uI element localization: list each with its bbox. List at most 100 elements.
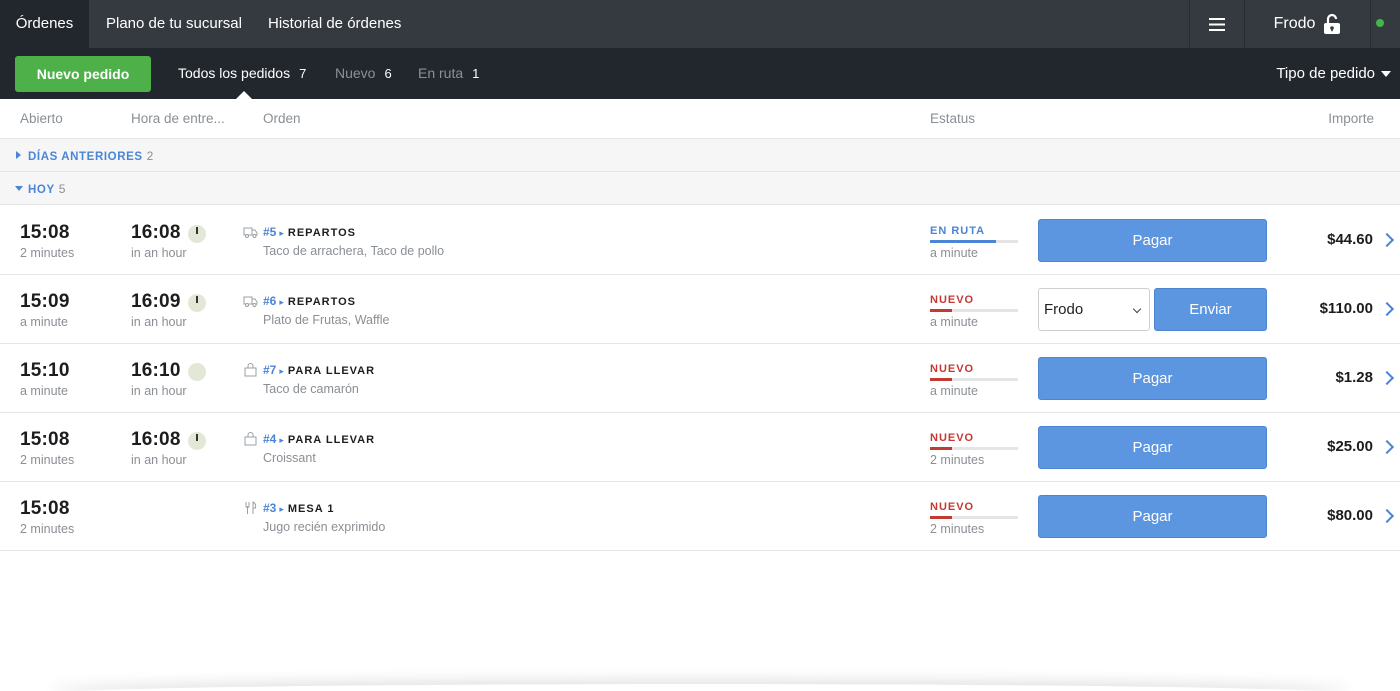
group-previous-days[interactable]: DÍAS ANTERIORES 2: [0, 139, 1400, 172]
order-number[interactable]: #7: [263, 363, 276, 377]
tab-historial-ordenes[interactable]: Historial de órdenes: [268, 0, 401, 48]
pay-button[interactable]: Pagar: [1038, 219, 1267, 262]
hamburger-icon: [1209, 17, 1225, 31]
clock-icon: [188, 225, 206, 243]
order-type: REPARTOS: [287, 227, 356, 239]
order-title: #7 ▸ PARA LLEVAR: [263, 363, 375, 377]
order-title: #5 ▸ REPARTOS: [263, 225, 356, 239]
filter-label: Nuevo: [335, 65, 376, 81]
arrow-right-icon: ▸: [279, 297, 284, 307]
status-ago: a minute: [930, 315, 978, 329]
order-type-label: Tipo de pedido: [1276, 65, 1375, 82]
status-progress-track: [930, 378, 1018, 381]
status-ago: a minute: [930, 384, 978, 398]
pay-button[interactable]: Pagar: [1038, 426, 1267, 469]
pay-button[interactable]: Pagar: [1038, 495, 1267, 538]
chevron-right-icon[interactable]: [1379, 439, 1395, 455]
driver-select-value: Frodo: [1044, 301, 1084, 318]
order-row[interactable]: 15:08 2 minutes 16:08 in an hour #4 ▸ PARA…: [0, 413, 1400, 482]
tab-plano-sucursal[interactable]: Plano de tu sucursal: [106, 0, 242, 48]
arrow-right-icon: ▸: [279, 435, 284, 445]
pay-button[interactable]: Pagar: [1038, 357, 1267, 400]
order-amount: $1.28: [1335, 369, 1373, 386]
column-header-status[interactable]: Estatus: [930, 111, 975, 126]
status-progress-track: [930, 447, 1018, 450]
status-progress-track: [930, 240, 1018, 243]
chevron-right-icon[interactable]: [1379, 232, 1395, 248]
order-type: REPARTOS: [287, 296, 356, 308]
delivery-truck-icon: [243, 296, 258, 307]
delivery-relative: in an hour: [131, 453, 187, 467]
table-header: Abierto Hora de entre... Orden Estatus I…: [0, 99, 1400, 139]
clock-icon: [188, 363, 206, 381]
order-type: MESA 1: [287, 503, 335, 515]
order-items: Croissant: [263, 451, 316, 465]
order-number[interactable]: #6: [263, 294, 276, 308]
chevron-right-icon[interactable]: [1379, 370, 1395, 386]
group-today[interactable]: HOY 5: [0, 172, 1400, 205]
delivery-truck-icon: [243, 227, 258, 238]
caret-down-icon: [1381, 71, 1391, 78]
group-count: 2: [146, 149, 154, 163]
status-progress-fill: [930, 447, 952, 450]
order-items: Taco de arrachera, Taco de pollo: [263, 244, 445, 258]
column-header-open[interactable]: Abierto: [20, 111, 63, 126]
online-status-dot: [1376, 19, 1384, 27]
order-row[interactable]: 15:10 a minute 16:10 in an hour #7 ▸ PARA …: [0, 344, 1400, 413]
nav-divider: [1370, 0, 1371, 48]
group-label: HOY: [28, 184, 55, 196]
order-number[interactable]: #5: [263, 225, 276, 239]
column-header-delivery[interactable]: Hora de entre...: [131, 111, 225, 126]
unlocked-padlock-icon: [1324, 13, 1341, 34]
status-badge: NUEVO: [930, 294, 975, 306]
arrow-right-icon: ▸: [279, 228, 284, 238]
tab-ordenes[interactable]: Órdenes: [0, 0, 89, 48]
user-lock-button[interactable]: Frodo: [1245, 0, 1370, 48]
fork-knife-icon: [245, 501, 257, 514]
order-row[interactable]: 15:08 2 minutes 16:08 in an hour #5 ▸ REPA…: [0, 206, 1400, 275]
delivery-time: 16:08: [131, 429, 181, 450]
driver-select[interactable]: Frodo: [1038, 288, 1150, 331]
order-items: Taco de camarón: [263, 382, 359, 396]
order-amount: $25.00: [1327, 438, 1373, 455]
open-ago: 2 minutes: [20, 522, 75, 536]
open-time: 15:08: [20, 498, 70, 519]
open-time: 15:08: [20, 222, 70, 243]
open-time: 15:10: [20, 360, 70, 381]
column-header-amount[interactable]: Importe: [1328, 111, 1374, 126]
order-title: #6 ▸ REPARTOS: [263, 294, 356, 308]
status-progress-fill: [930, 309, 952, 312]
order-number[interactable]: #3: [263, 501, 276, 515]
order-row[interactable]: 15:08 2 minutes #3 ▸ MESA 1 Jugo recién ex…: [0, 482, 1400, 551]
order-title: #4 ▸ PARA LLEVAR: [263, 432, 375, 446]
order-type-dropdown[interactable]: Tipo de pedido: [1276, 48, 1391, 99]
order-amount: $44.60: [1327, 231, 1373, 248]
delivery-time: 16:09: [131, 291, 181, 312]
status-ago: a minute: [930, 246, 978, 260]
takeout-bag-icon: [244, 432, 257, 446]
new-order-button[interactable]: Nuevo pedido: [15, 56, 151, 92]
expand-arrow-icon: [16, 151, 21, 159]
filter-label: En ruta: [418, 65, 464, 81]
delivery-relative: in an hour: [131, 315, 187, 329]
menu-button[interactable]: [1190, 0, 1244, 48]
send-button[interactable]: Enviar: [1154, 288, 1267, 331]
order-number[interactable]: #4: [263, 432, 276, 446]
delivery-relative: in an hour: [131, 384, 187, 398]
filter-en-ruta[interactable]: En ruta 1: [418, 48, 479, 99]
open-ago: 2 minutes: [20, 453, 75, 467]
top-nav-bar: Órdenes Plano de tu sucursal Historial d…: [0, 0, 1400, 48]
order-items: Jugo recién exprimido: [263, 520, 386, 534]
order-amount: $110.00: [1319, 300, 1373, 317]
order-amount: $80.00: [1327, 507, 1373, 524]
column-header-order[interactable]: Orden: [263, 111, 301, 126]
chevron-right-icon[interactable]: [1379, 508, 1395, 524]
user-name: Frodo: [1273, 15, 1316, 32]
open-time: 15:09: [20, 291, 70, 312]
chevron-right-icon[interactable]: [1379, 301, 1395, 317]
order-row[interactable]: 15:09 a minute 16:09 in an hour #6 ▸ REPAR…: [0, 275, 1400, 344]
clock-icon: [188, 294, 206, 312]
open-time: 15:08: [20, 429, 70, 450]
filter-new[interactable]: Nuevo 6: [335, 48, 392, 99]
order-items: Plato de Frutas, Waffle: [263, 313, 390, 327]
